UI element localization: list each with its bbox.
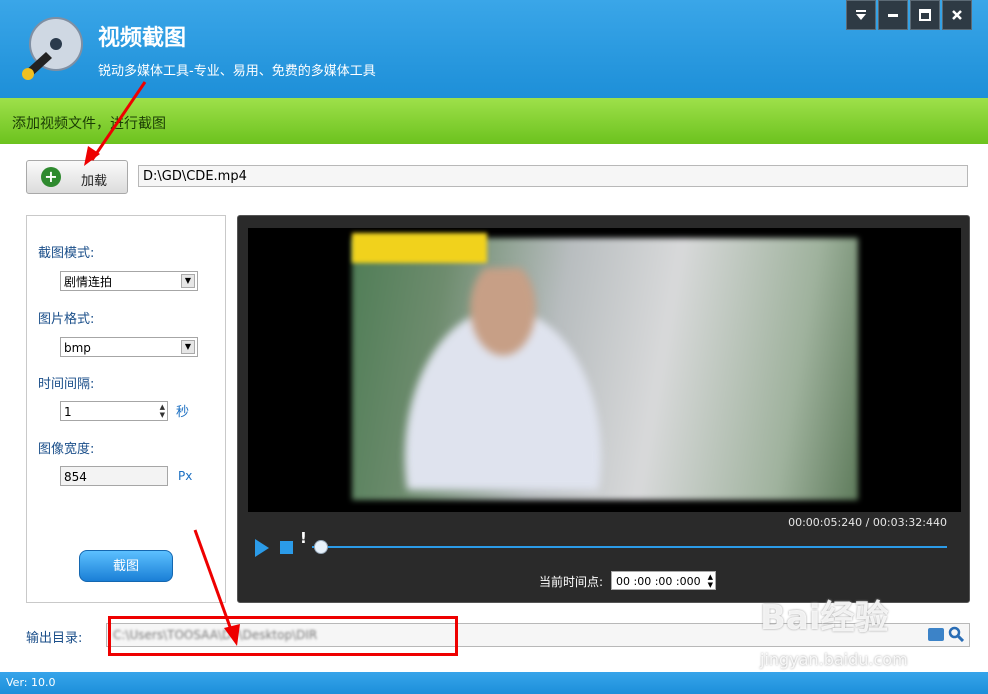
load-button-label: 加载 bbox=[81, 174, 108, 189]
interval-stepper[interactable]: 1 ▲ ▼ bbox=[60, 401, 168, 421]
search-icon[interactable] bbox=[948, 626, 964, 642]
close-icon bbox=[952, 10, 962, 20]
capture-button[interactable]: 截图 bbox=[79, 550, 173, 582]
minimize-icon bbox=[888, 14, 898, 17]
current-time-label: 当前时间点: bbox=[539, 575, 604, 589]
app-title: 视频截图 bbox=[98, 26, 187, 51]
menu-icon bbox=[856, 10, 866, 20]
app-logo-icon bbox=[22, 17, 83, 80]
maximize-icon bbox=[919, 9, 931, 21]
video-person bbox=[378, 268, 628, 490]
watermark-url: jingyan.baidu.com bbox=[760, 650, 908, 669]
close-button[interactable] bbox=[942, 0, 972, 30]
stepper-arrows-icon[interactable]: ▲ ▼ bbox=[708, 573, 713, 589]
width-unit: Px bbox=[178, 469, 193, 483]
title-bar: 视频截图 锐动多媒体工具-专业、易用、免费的多媒体工具 bbox=[0, 0, 988, 98]
width-label: 图像宽度: bbox=[38, 442, 95, 457]
width-input[interactable]: 854 bbox=[60, 466, 168, 486]
stop-icon[interactable] bbox=[280, 541, 293, 554]
load-button[interactable]: + 加载 bbox=[26, 160, 128, 194]
output-dir-label: 输出目录: bbox=[26, 631, 83, 646]
chevron-down-icon: ▼ bbox=[181, 340, 195, 354]
annotation-highlight-box bbox=[108, 616, 458, 656]
stepper-arrows-icon[interactable]: ▲ ▼ bbox=[160, 403, 165, 419]
instruction-text: 添加视频文件，进行截图 bbox=[12, 116, 166, 132]
maximize-button[interactable] bbox=[910, 0, 940, 30]
video-logo-badge bbox=[352, 233, 487, 263]
app-subtitle: 锐动多媒体工具-专业、易用、免费的多媒体工具 bbox=[98, 64, 376, 79]
status-bar: Ver: 10.0 bbox=[0, 672, 988, 694]
version-text: Ver: 10.0 bbox=[6, 676, 56, 689]
format-select-value: bmp bbox=[64, 341, 91, 355]
video-player: 00:00:05:240 / 00:03:32:440 ! 当前时间点: 00 … bbox=[237, 215, 970, 603]
watermark-logo: Bai经验 bbox=[760, 598, 889, 638]
minimize-button[interactable] bbox=[878, 0, 908, 30]
format-label: 图片格式: bbox=[38, 312, 95, 327]
time-display: 00:00:05:240 / 00:03:32:440 bbox=[788, 516, 947, 529]
mode-label: 截图模式: bbox=[38, 246, 95, 261]
play-icon[interactable] bbox=[255, 539, 269, 557]
file-path-field[interactable]: D:\GD\CDE.mp4 bbox=[138, 165, 968, 187]
instruction-bar: 添加视频文件，进行截图 bbox=[0, 98, 988, 144]
settings-panel: 截图模式: 剧情连拍 ▼ 图片格式: bmp ▼ 时间间隔: 1 ▲ ▼ 秒 图像… bbox=[26, 215, 226, 603]
interval-unit: 秒 bbox=[176, 405, 190, 420]
progress-track[interactable] bbox=[312, 546, 947, 548]
window-controls bbox=[846, 0, 972, 30]
progress-thumb[interactable] bbox=[314, 540, 328, 554]
mode-select[interactable]: 剧情连拍 ▼ bbox=[60, 271, 198, 291]
folder-icon[interactable] bbox=[928, 628, 944, 641]
plus-icon: + bbox=[41, 167, 61, 187]
chevron-down-icon: ▼ bbox=[181, 274, 195, 288]
video-frame bbox=[248, 228, 961, 512]
menu-button[interactable] bbox=[846, 0, 876, 30]
interval-value: 1 bbox=[64, 405, 72, 419]
interval-label: 时间间隔: bbox=[38, 377, 95, 392]
format-select[interactable]: bmp ▼ bbox=[60, 337, 198, 357]
start-marker-icon[interactable]: ! bbox=[300, 529, 307, 547]
mode-select-value: 剧情连拍 bbox=[64, 275, 113, 289]
current-time-value: 00 :00 :00 :000 bbox=[616, 575, 701, 588]
current-time-input[interactable]: 00 :00 :00 :000 ▲ ▼ bbox=[611, 571, 716, 590]
